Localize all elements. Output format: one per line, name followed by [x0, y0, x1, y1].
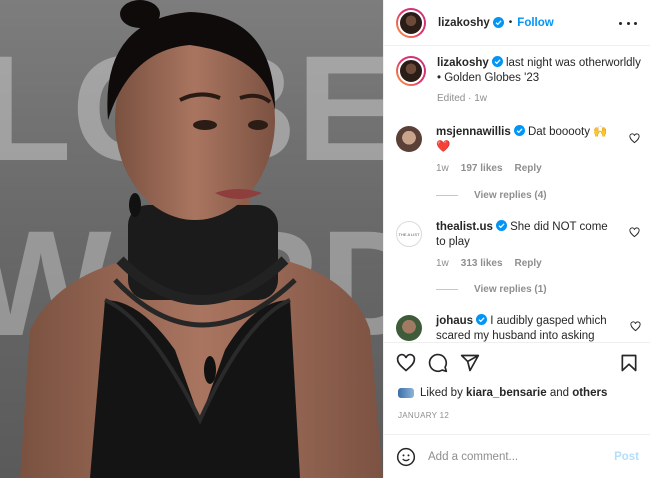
post-photo[interactable]: LOBE WARDS — [0, 0, 383, 478]
verified-badge-icon — [495, 220, 507, 231]
liked-by-conj: and — [549, 387, 569, 399]
author-username[interactable]: lizakoshy — [438, 17, 490, 29]
reply-button[interactable]: Reply — [515, 258, 542, 269]
view-replies-label: View replies (4) — [474, 190, 547, 201]
comment-item: msjennawillis Dat booooty 🙌❤️ 1w 197 like… — [396, 125, 646, 176]
comment-like-heart-icon[interactable] — [629, 133, 640, 144]
view-replies-button[interactable]: View replies (1) — [436, 284, 547, 295]
verified-badge-icon — [492, 17, 504, 28]
bookmark-icon[interactable] — [619, 353, 639, 373]
caption-author-avatar[interactable] — [396, 56, 426, 86]
verified-badge-icon — [491, 56, 503, 67]
post-header: lizakoshy • Follow — [384, 0, 650, 46]
commenter-avatar[interactable] — [396, 315, 422, 341]
reply-button[interactable]: Reply — [515, 163, 542, 174]
paper-plane-icon[interactable] — [460, 353, 480, 373]
commenter-avatar[interactable] — [396, 126, 422, 152]
edited-label: Edited — [437, 93, 466, 104]
header-separator: • — [508, 17, 513, 28]
comment-input[interactable] — [428, 450, 608, 463]
caption-username[interactable]: lizakoshy — [437, 57, 489, 69]
comment-time: 1w — [436, 258, 449, 269]
post-details-panel: lizakoshy • Follow lizakoshy last night … — [383, 0, 650, 478]
view-replies-button[interactable]: View replies (4) — [436, 190, 547, 201]
verified-badge-icon — [513, 125, 525, 136]
caption-time: 1w — [474, 93, 488, 104]
more-options-icon[interactable] — [619, 14, 637, 32]
avatar-logo-text: THE A LIST — [398, 231, 420, 237]
commenter-username[interactable]: johaus — [436, 315, 473, 327]
post-comment-button[interactable]: Post — [614, 451, 639, 463]
comment-clip: johaus I audibly gasped which scared my … — [384, 310, 650, 342]
liked-by-prefix: Liked by — [420, 387, 463, 399]
comment-like-heart-icon[interactable] — [630, 321, 641, 332]
emoji-smiley-icon[interactable] — [396, 447, 416, 467]
post-date: JANUARY 12 — [398, 411, 450, 420]
comment-likes[interactable]: 197 likes — [461, 163, 503, 174]
commenter-username[interactable]: msjennawillis — [436, 126, 511, 138]
liked-by-user[interactable]: kiara_bensarie — [466, 387, 547, 399]
liker-thumbnail[interactable] — [398, 388, 414, 398]
verified-badge-icon — [476, 314, 488, 325]
comment-item: THE A LIST thealist.us She did NOT come … — [396, 220, 646, 271]
view-replies-label: View replies (1) — [474, 284, 547, 295]
comment-like-heart-icon[interactable] — [629, 227, 640, 238]
comment-bubble-icon[interactable] — [428, 353, 448, 373]
add-comment-bar: Post — [384, 434, 650, 478]
heart-icon[interactable] — [396, 353, 416, 373]
commenter-username[interactable]: thealist.us — [436, 221, 493, 233]
comment-item: johaus I audibly gasped which scared my … — [396, 314, 646, 342]
photo-illustration: LOBE WARDS — [0, 0, 383, 478]
action-bar — [384, 342, 650, 382]
comment-likes[interactable]: 313 likes — [461, 258, 503, 269]
liked-by-others[interactable]: others — [572, 387, 607, 399]
commenter-avatar[interactable]: THE A LIST — [396, 221, 422, 247]
liked-by: Liked by kiara_bensarie and others — [398, 387, 607, 399]
post-caption: lizakoshy last night was otherworldly • … — [396, 56, 644, 106]
comment-time: 1w — [436, 163, 449, 174]
follow-button[interactable]: Follow — [517, 17, 553, 29]
author-avatar[interactable] — [396, 7, 426, 38]
